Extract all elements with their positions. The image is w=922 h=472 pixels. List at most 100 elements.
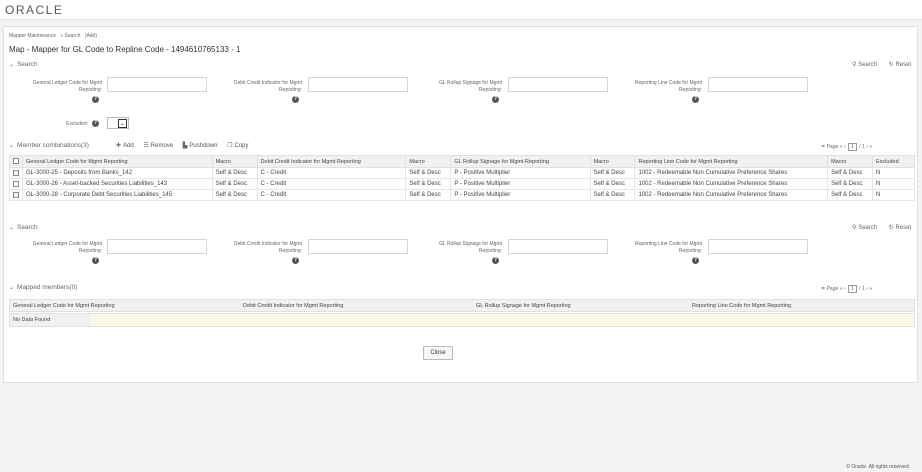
column-header[interactable]: Macro (405, 155, 452, 168)
table-cell: Self & Desc (589, 189, 636, 201)
search-icon: ⚲ (852, 62, 857, 68)
breadcrumb-mapper-maintenance[interactable]: Mapper Maintenance (9, 33, 56, 39)
help-icon[interactable]: ? (92, 257, 99, 264)
help-icon[interactable]: ? (292, 96, 299, 103)
gl-code-input[interactable] (107, 239, 207, 254)
help-icon[interactable]: ? (692, 257, 699, 264)
mapped-table-empty-row: No Data Found (9, 313, 915, 327)
row-checkbox[interactable] (13, 180, 19, 187)
reporting-line-label: Reporting Line Code for Mgmt Reporting: (635, 80, 702, 93)
oracle-logo: ORACLE (5, 3, 64, 17)
table-cell: Self & Desc (405, 178, 452, 190)
copy-button[interactable]: ❐ Copy (227, 142, 248, 149)
reporting-line-input[interactable] (708, 239, 808, 254)
table-row[interactable]: GL-3000-25 - Deposits from Banks_142 Sel… (9, 167, 915, 179)
column-header[interactable]: Macro (211, 155, 258, 168)
table-header-row: General Ledger Code for Mgmt Reporting M… (9, 155, 915, 168)
column-header[interactable]: General Ledger Code for Mgmt Reporting (13, 303, 115, 309)
pushdown-button[interactable]: ▙ Pushdown (183, 142, 218, 149)
table-cell: P - Positive Multiplier (450, 189, 591, 201)
page-number-input[interactable]: 1 (847, 143, 857, 151)
help-icon[interactable]: ? (92, 120, 99, 127)
reset-icon: ↻ (888, 225, 894, 231)
search-button[interactable]: ⚲ Search (852, 225, 877, 231)
table-cell: GL-3000-26 - Asset-backed Securities Lia… (22, 178, 213, 190)
row-checkbox[interactable] (13, 169, 19, 176)
reporting-line-label: Reporting Line Code for Mgmt Reporting: (635, 241, 702, 254)
excluded-label: Excluded: (66, 121, 88, 127)
search-section-header[interactable]: ⌄ Search (9, 61, 38, 68)
page-size-icon[interactable]: ≑ (821, 144, 825, 150)
table-cell: C - Credit (256, 178, 407, 190)
reporting-line-input[interactable] (708, 77, 808, 92)
prev-page-icon[interactable]: ‹ (844, 286, 847, 292)
plus-icon: ✚ (116, 143, 122, 149)
help-icon[interactable]: ? (692, 96, 699, 103)
gl-code-input[interactable] (107, 77, 207, 92)
help-icon[interactable]: ? (492, 96, 499, 103)
top-bar: ORACLE (0, 0, 922, 20)
table-cell: N (872, 167, 915, 179)
debit-credit-input[interactable] (308, 239, 408, 254)
select-all-checkbox[interactable] (13, 158, 19, 165)
table-row[interactable]: GL-3000-28 - Corporate Debt Securities L… (9, 189, 915, 201)
column-header[interactable]: Debit Credit Indicator for Mgmt Reportin… (256, 155, 407, 168)
column-header[interactable]: General Ledger Code for Mgmt Reporting (22, 155, 213, 168)
table-cell: Self & Desc (827, 178, 874, 190)
mapped-search-actions: ⚲ Search ↻ Reset (842, 224, 911, 231)
column-header[interactable]: Debit Credit Indicator for Mgmt Reportin… (243, 303, 343, 309)
column-header[interactable]: Macro (589, 155, 636, 168)
mapped-search-section-header[interactable]: ⌄ Search (9, 224, 38, 231)
gl-rollup-input[interactable] (508, 77, 608, 92)
page-size-icon[interactable]: ≑ (821, 286, 825, 292)
mapped-members-header[interactable]: ⌄ Mapped members(0) (9, 284, 77, 291)
column-header[interactable]: GL Rollup Signage for Mgmt Reporting (476, 303, 571, 309)
page-body: Mapper Maintenance » Search (Add) Map - … (0, 20, 922, 472)
gl-code-label: General Ledger Code for Mgmt Reporting: (32, 80, 102, 93)
debit-credit-label: Debit Credit Indicator for Mgmt Reporting… (233, 241, 302, 254)
breadcrumb-search[interactable]: » Search (60, 33, 80, 39)
add-button[interactable]: ✚ Add (116, 142, 134, 149)
table-cell: N (872, 189, 915, 201)
help-icon[interactable]: ? (492, 257, 499, 264)
table-cell: Self & Desc (405, 167, 452, 179)
search-actions: ⚲ Search ↻ Reset (842, 61, 911, 68)
gl-rollup-input[interactable] (508, 239, 608, 254)
excluded-select[interactable]: ⌄ (107, 117, 129, 129)
table-cell: Self & Desc (827, 167, 874, 179)
remove-button[interactable]: ☰ Remove (143, 142, 173, 149)
close-button[interactable]: Close (423, 346, 453, 360)
table-cell: P - Positive Multiplier (450, 167, 591, 179)
search-icon: ⚲ (852, 225, 857, 231)
gl-rollup-label: GL Rollup Signage for Mgmt Reporting: (439, 241, 502, 254)
chevron-down-icon: ⌄ (9, 62, 15, 68)
column-header[interactable]: Macro (827, 155, 874, 168)
search-button[interactable]: ⚲ Search (852, 62, 877, 68)
no-data-message: No Data Found (10, 314, 90, 326)
debit-credit-label: Debit Credit Indicator for Mgmt Reporting… (233, 80, 302, 93)
reset-button[interactable]: ↻ Reset (889, 62, 911, 68)
column-header[interactable]: Reporting Line Code for Mgmt Reporting (634, 155, 829, 168)
reset-button[interactable]: ↻ Reset (889, 225, 911, 231)
member-combinations-table: General Ledger Code for Mgmt Reporting M… (9, 155, 915, 201)
debit-credit-input[interactable] (308, 77, 408, 92)
prev-page-icon[interactable]: ‹ (844, 144, 847, 150)
last-page-icon[interactable]: » (869, 144, 872, 150)
table-cell: GL-3000-28 - Corporate Debt Securities L… (22, 189, 213, 201)
column-header[interactable]: GL Rollup Signage for Mgmt Reporting (450, 155, 591, 168)
column-header[interactable]: Excluded (872, 155, 915, 168)
column-header[interactable]: Reporting Line Code for Mgmt Reporting (692, 303, 791, 309)
row-checkbox[interactable] (13, 191, 19, 198)
page-number-input[interactable]: 1 (847, 285, 857, 293)
member-toolbar: ✚ Add ☰ Remove ▙ Pushdown ❐ Copy (116, 142, 257, 149)
table-row[interactable]: GL-3000-26 - Asset-backed Securities Lia… (9, 178, 915, 190)
help-icon[interactable]: ? (92, 96, 99, 103)
member-combinations-header[interactable]: ⌄ Member combinations(3) (9, 142, 89, 149)
mapped-pager: ≑ Page « ‹ 1 / 1 › » (821, 285, 873, 293)
table-cell: Self & Desc (589, 167, 636, 179)
table-cell: GL-3000-25 - Deposits from Banks_142 (22, 167, 213, 179)
gl-rollup-label: GL Rollup Signage for Mgmt Reporting: (439, 80, 502, 93)
table-cell: Self & Desc (211, 167, 258, 179)
help-icon[interactable]: ? (292, 257, 299, 264)
last-page-icon[interactable]: » (869, 286, 872, 292)
